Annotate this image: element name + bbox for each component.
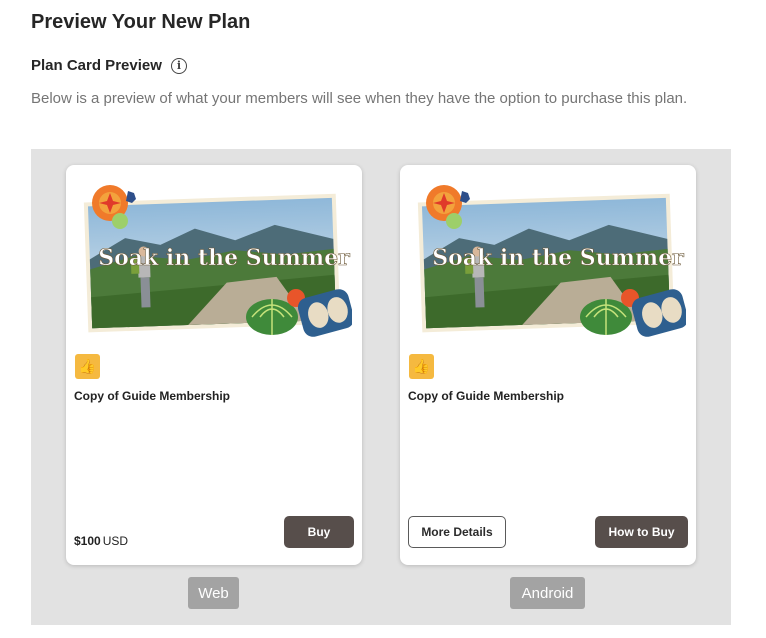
more-details-button[interactable]: More Details bbox=[408, 516, 506, 548]
price-currency: USD bbox=[102, 534, 129, 548]
image-caption-text: Soak in the Summer bbox=[432, 245, 684, 271]
buy-button[interactable]: Buy bbox=[284, 516, 354, 548]
plan-price: $100 USD bbox=[74, 534, 128, 548]
preview-area: Soak in the Summer 👍 Copy of Guide Membe… bbox=[31, 149, 731, 625]
section-title-label: Plan Card Preview bbox=[31, 57, 162, 74]
plan-card-android: Soak in the Summer 👍 Copy of Guide Membe… bbox=[400, 165, 696, 565]
platform-label-web: Web bbox=[188, 577, 239, 609]
plan-name: Copy of Guide Membership bbox=[408, 389, 565, 403]
info-icon[interactable]: i bbox=[170, 57, 187, 74]
section-description: Below is a preview of what your members … bbox=[31, 90, 688, 107]
plan-card-image: Soak in the Summer bbox=[417, 185, 686, 337]
plan-emoji: 👍 bbox=[409, 354, 434, 379]
plan-card-web: Soak in the Summer 👍 Copy of Guide Membe… bbox=[66, 165, 362, 565]
plan-card-image: Soak in the Summer bbox=[83, 185, 352, 337]
page-title: Preview Your New Plan bbox=[31, 11, 251, 33]
how-to-buy-button[interactable]: How to Buy bbox=[595, 516, 688, 548]
plan-emoji: 👍 bbox=[75, 354, 100, 379]
price-amount: $100 bbox=[74, 534, 101, 548]
platform-label-android: Android bbox=[510, 577, 585, 609]
section-title: Plan Card Preview i bbox=[31, 57, 187, 74]
image-caption-text: Soak in the Summer bbox=[98, 245, 350, 271]
plan-name: Copy of Guide Membership bbox=[74, 389, 231, 403]
